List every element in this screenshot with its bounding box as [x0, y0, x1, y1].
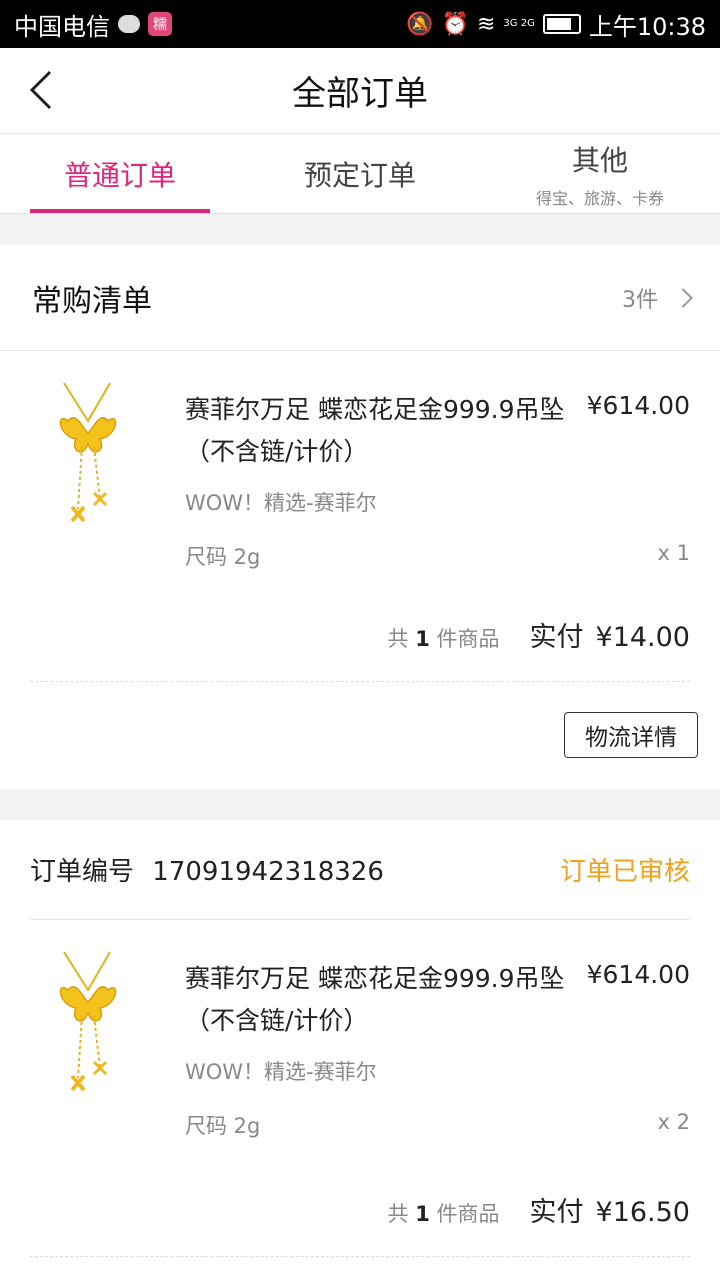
product-price: ¥614.00 — [586, 391, 690, 420]
carrier-name: 中国电信 — [14, 12, 110, 41]
tab-label: 普通订单 — [63, 158, 176, 192]
product-quantity: x 1 — [657, 541, 690, 565]
summary-suffix: 件商品 — [436, 627, 500, 651]
status-bar: 中国电信 糯 🔕 ⏰ ≋ 3G 2G 上午10:38 — [0, 0, 720, 48]
wifi-icon: ≋ — [476, 11, 496, 37]
summary-prefix: 共 — [387, 1202, 409, 1226]
product-size: 尺码 2g — [185, 545, 261, 569]
app-notification-icon: 糯 — [148, 12, 172, 36]
summary-count-number: 1 — [415, 1202, 430, 1226]
product-name: 赛菲尔万足 蝶恋花足金999.9吊坠（不含链/计价） — [185, 395, 565, 466]
divider — [30, 1256, 690, 1257]
tab-label: 其他 — [571, 143, 628, 177]
divider — [30, 681, 690, 682]
pendant-product-image — [59, 382, 117, 523]
tab-other-orders[interactable]: 其他 得宝、旅游、卡券 — [480, 134, 720, 213]
item-count: 3件 — [622, 287, 658, 313]
frequent-list-count: 3件 — [622, 282, 693, 314]
summary-suffix: 件商品 — [436, 1202, 500, 1226]
status-bar-left: 中国电信 糯 — [14, 7, 172, 42]
paid-label: 实付 — [529, 622, 584, 653]
frequent-list-card: 常购清单 3件 赛菲尔万足 蝶恋花足金999.9吊坠（不含链/计价） ¥614.… — [0, 245, 720, 789]
mute-icon: 🔕 — [406, 11, 434, 37]
order-number: 订单编号 17091942318326 — [30, 851, 384, 888]
pendant-product-image — [59, 951, 117, 1092]
order-number-value: 17091942318326 — [152, 857, 384, 887]
order-tabs: 普通订单 预定订单 其他 得宝、旅游、卡券 — [0, 134, 720, 214]
page-title: 全部订单 — [292, 74, 428, 114]
battery-icon — [542, 14, 581, 34]
summary-count-number: 1 — [415, 627, 430, 651]
product-item[interactable]: 赛菲尔万足 蝶恋花足金999.9吊坠（不含链/计价） ¥614.00 WOW！精… — [0, 351, 720, 571]
summary-count: 共 1 件商品 — [388, 623, 500, 653]
back-arrow-icon[interactable] — [22, 68, 66, 112]
nav-bar: 全部订单 — [0, 48, 720, 134]
product-shop: WOW！精选-赛菲尔 — [185, 1060, 377, 1084]
tab-active-indicator — [30, 209, 210, 213]
order-summary: 共 1 件商品 实付 ¥14.00 — [388, 615, 690, 654]
order-card: 订单编号 17091942318326 订单已审核 赛菲尔万足 蝶恋花足金999… — [0, 820, 720, 1280]
message-notification-icon — [118, 15, 140, 33]
logistics-details-button[interactable]: 物流详情 — [564, 712, 698, 758]
tab-normal-orders[interactable]: 普通订单 — [0, 134, 240, 213]
clock: 上午10:38 — [588, 12, 706, 41]
tab-label: 预定订单 — [303, 158, 416, 192]
paid-amount: ¥16.50 — [595, 1197, 690, 1228]
order-number-label: 订单编号 — [30, 857, 135, 887]
order-status-badge: 订单已审核 — [559, 857, 690, 887]
frequent-list-header[interactable]: 常购清单 3件 — [0, 245, 720, 351]
order-header[interactable]: 订单编号 17091942318326 订单已审核 — [30, 820, 690, 920]
product-price: ¥614.00 — [586, 960, 690, 989]
tab-sublabel: 得宝、旅游、卡券 — [535, 188, 664, 208]
order-summary: 共 1 件商品 实付 ¥16.50 — [388, 1190, 690, 1229]
paid-label: 实付 — [529, 1197, 584, 1228]
network-type: 3G 2G — [503, 18, 535, 29]
product-name: 赛菲尔万足 蝶恋花足金999.9吊坠（不含链/计价） — [185, 964, 565, 1035]
status-bar-right: 🔕 ⏰ ≋ 3G 2G 上午10:38 — [406, 7, 706, 42]
product-size: 尺码 2g — [185, 1114, 261, 1138]
chevron-right-icon — [673, 287, 693, 308]
alarm-icon: ⏰ — [441, 11, 469, 37]
product-quantity: x 2 — [657, 1110, 690, 1134]
product-shop: WOW！精选-赛菲尔 — [185, 491, 377, 515]
tab-reserved-orders[interactable]: 预定订单 — [240, 134, 480, 213]
frequent-list-title: 常购清单 — [32, 283, 152, 319]
product-item[interactable]: 赛菲尔万足 蝶恋花足金999.9吊坠（不含链/计价） ¥614.00 WOW！精… — [0, 920, 720, 1140]
paid-amount: ¥14.00 — [595, 622, 690, 653]
summary-prefix: 共 — [387, 627, 409, 651]
summary-count: 共 1 件商品 — [388, 1198, 500, 1228]
